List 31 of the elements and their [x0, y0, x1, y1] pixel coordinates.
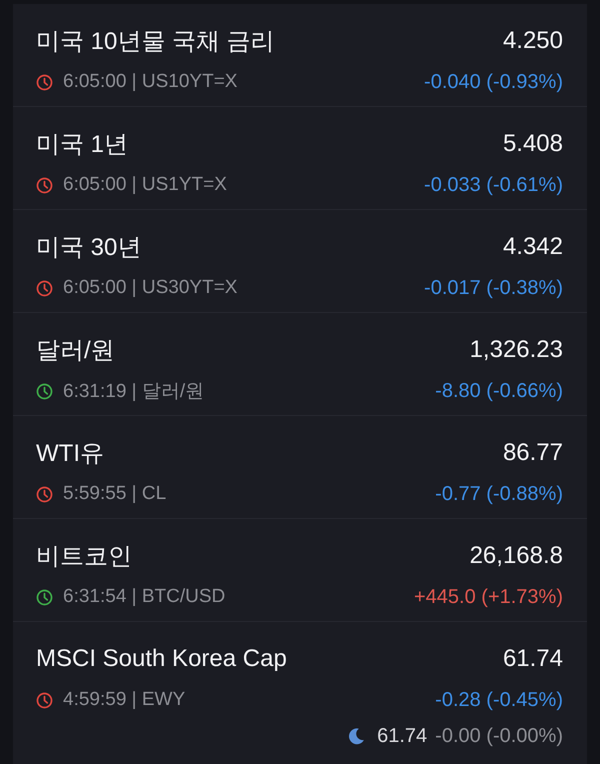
quote-change: -0.77 (-0.88%): [435, 482, 563, 506]
quote-price: 86.77: [502, 439, 563, 467]
quote-name: WTI유: [36, 439, 104, 469]
quote-time-symbol: 6:05:00 | US1YT=X: [63, 174, 227, 196]
quote-time-symbol: 6:31:19 | 달러/원: [63, 380, 204, 404]
quote-time-symbol: 6:31:54 | BTC/USD: [63, 586, 226, 608]
quote-change: -0.017 (-0.38%): [424, 276, 563, 300]
quote-price: 4.342: [502, 233, 563, 261]
quote-name: 미국 10년물 국채 금리: [36, 27, 275, 57]
quote-price: 4.250: [502, 27, 563, 55]
quote-name: 미국 30년: [36, 233, 142, 263]
quote-name: 미국 1년: [36, 130, 128, 160]
moon-icon: [347, 727, 366, 745]
quote-change: -0.28 (-0.45%): [435, 688, 563, 712]
quote-change: +445.0 (+1.73%): [414, 586, 563, 608]
quote-price: 61.74: [502, 645, 563, 673]
quote-time-symbol: 4:59:59 | EWY: [63, 689, 186, 711]
quote-price: 26,168.8: [470, 542, 563, 570]
quote-time-symbol: 6:05:00 | US10YT=X: [63, 71, 238, 93]
quote-time-symbol: 6:05:00 | US30YT=X: [63, 277, 238, 299]
after-hours-change: -0.00 (-0.00%): [435, 724, 563, 748]
quote-name: MSCI South Korea Cap: [36, 645, 287, 673]
quote-change: -0.040 (-0.93%): [424, 70, 563, 94]
quote-name: 달러/원: [36, 336, 115, 366]
quote-name: 비트코인: [36, 542, 132, 572]
quote-price: 1,326.23: [470, 336, 563, 364]
quote-change: -0.033 (-0.61%): [424, 174, 563, 196]
after-hours-price: 61.74: [377, 724, 428, 748]
quote-change: -8.80 (-0.66%): [435, 380, 563, 402]
quote-price: 5.408: [502, 130, 563, 158]
quote-time-symbol: 5:59:55 | CL: [63, 483, 166, 505]
